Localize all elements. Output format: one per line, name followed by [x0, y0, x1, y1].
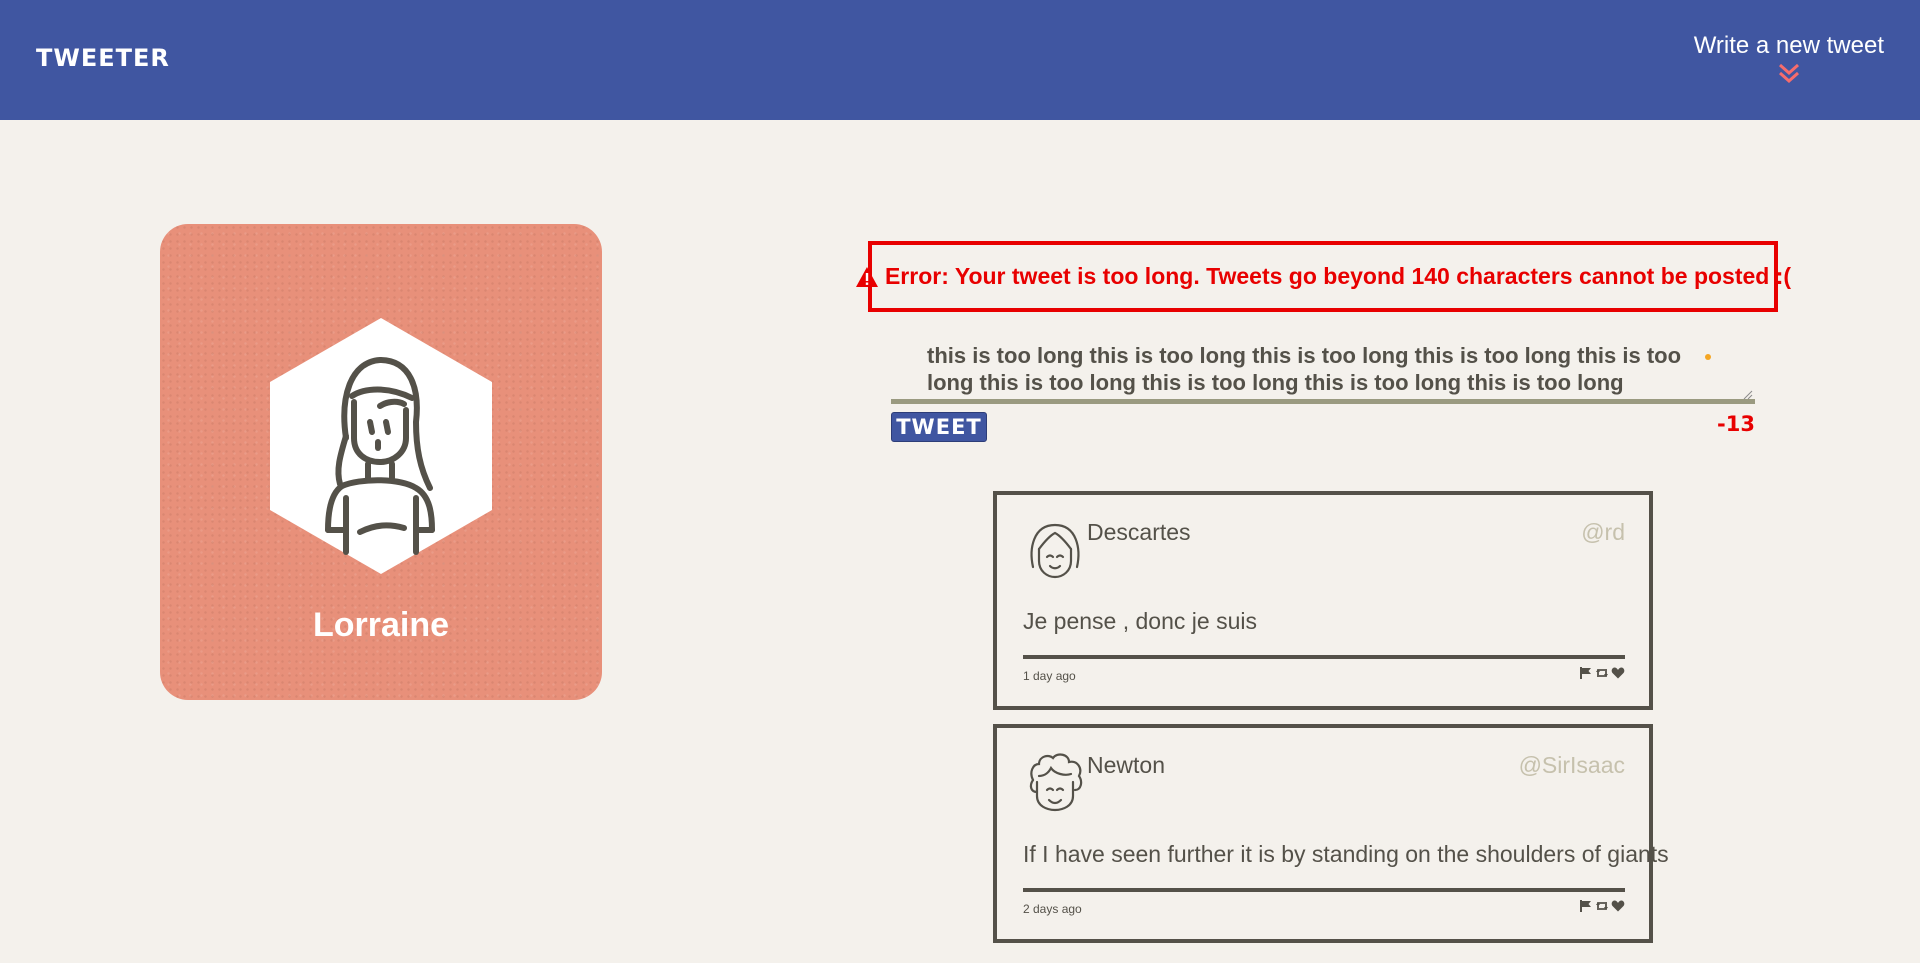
- flag-icon[interactable]: [1579, 899, 1593, 913]
- error-message: Error: Your tweet is too long. Tweets go…: [884, 263, 1792, 289]
- character-counter: -13: [1717, 412, 1755, 436]
- resize-grip-icon[interactable]: [1743, 390, 1753, 400]
- tweet-divider: [1023, 655, 1625, 659]
- tweet-content: Je pense , donc je suis: [1023, 608, 1257, 634]
- tweet-divider: [1023, 888, 1625, 892]
- heart-icon[interactable]: [1611, 666, 1625, 680]
- profile-avatar-icon: [270, 318, 492, 574]
- tweet-card: Newton @SirIsaac If I have seen further …: [993, 724, 1669, 943]
- heart-icon[interactable]: [1611, 899, 1625, 913]
- tweet-actions: [1579, 666, 1625, 680]
- brand-logo[interactable]: Tweeter: [36, 44, 170, 72]
- tweet-card: Descartes @rd Je pense , donc je suis 1 …: [993, 491, 1653, 710]
- retweet-icon[interactable]: [1595, 899, 1609, 913]
- tweet-author-name: Descartes: [1087, 519, 1191, 545]
- profile-card: Lorraine: [160, 224, 602, 700]
- tweet-actions: [1579, 899, 1625, 913]
- tweet-author-handle[interactable]: @rd: [1581, 519, 1625, 546]
- tweet-submit-button[interactable]: TWEET: [891, 412, 987, 442]
- warning-icon: [855, 266, 878, 287]
- female-avatar-icon: [1030, 523, 1080, 579]
- tweet-author-name: Newton: [1087, 752, 1165, 778]
- tweet-timestamp: 2 days ago: [1023, 902, 1082, 916]
- double-chevron-down-icon[interactable]: [1775, 62, 1803, 84]
- tweet-textarea[interactable]: this is too long this is too long this i…: [891, 336, 1755, 404]
- profile-name: Lorraine: [312, 606, 450, 644]
- top-nav: Tweeter Write a new tweet: [0, 0, 1920, 120]
- tweet-timestamp: 1 day ago: [1023, 669, 1076, 683]
- new-tweet-form: this is too long this is too long this i…: [891, 336, 1755, 442]
- retweet-icon[interactable]: [1595, 666, 1609, 680]
- write-new-tweet-label[interactable]: Write a new tweet: [1694, 32, 1884, 60]
- flag-icon[interactable]: [1579, 666, 1593, 680]
- tweet-content: If I have seen further it is by standing…: [1023, 841, 1669, 867]
- write-new-tweet-toggle[interactable]: Write a new tweet: [1694, 32, 1884, 84]
- textarea-cursor-dot: [1705, 354, 1711, 360]
- profile-avatar: [270, 318, 492, 574]
- tweet-author-handle[interactable]: @SirIsaac: [1519, 752, 1625, 779]
- curly-hair-avatar-icon: [1029, 753, 1083, 812]
- error-banner: Error: Your tweet is too long. Tweets go…: [855, 241, 1791, 312]
